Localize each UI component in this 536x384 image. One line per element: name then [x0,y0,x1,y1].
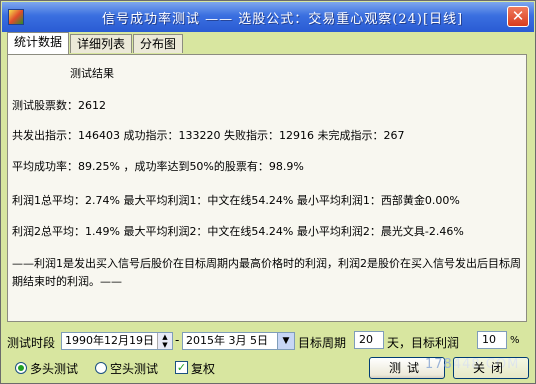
results-panel: 测试结果 测试股票数：2612 共发出指示：146403 成功指示：133220… [7,54,527,322]
window-title: 信号成功率测试 —— 选股公式：交易重心观察(24)[日线] [102,12,464,27]
short-test-radio[interactable] [95,362,107,374]
success-rate: 平均成功率：89.25% ，成功率达到50%的股票有：98.9% [12,160,304,173]
tab-statistics[interactable]: 统计数据 [7,32,69,54]
tab-detail-list[interactable]: 详细列表 [70,34,132,53]
close-icon[interactable]: ✕ [507,6,529,27]
signal-summary: 共发出指示：146403 成功指示：133220 失败指示：12916 未完成指… [12,129,405,142]
date-dash: - [175,333,180,347]
spin-down-icon[interactable]: ▼ [158,341,172,349]
profit2-summary: 利润2总平均：1.49% 最大平均利润2：中文在线54.24% 最小平均利润2：… [12,225,464,238]
target-period-label: 目标周期 [298,336,347,350]
restore-label[interactable]: 复权 [191,360,215,377]
short-test-label[interactable]: 空头测试 [110,360,158,377]
target-profit-label: 天，目标利润 [387,336,460,350]
stock-count: 测试股票数：2612 [12,99,106,112]
restore-checkbox[interactable]: ✓ [175,361,188,374]
results-heading: 测试结果 [70,67,114,80]
period-label: 测试时段 [7,336,56,350]
app-icon [8,9,24,25]
title-bar[interactable]: 信号成功率测试 —— 选股公式：交易重心观察(24)[日线] ✕ [2,2,534,32]
start-date-spinner[interactable]: ▲ ▼ [157,333,172,349]
radio-selected-dot [18,365,24,371]
spin-up-icon[interactable]: ▲ [158,333,172,341]
end-date-value: 2015年 3月 5日 [186,334,268,347]
end-date-picker[interactable]: 2015年 3月 5日 ▼ [182,332,295,350]
long-test-label[interactable]: 多头测试 [30,360,78,377]
chevron-down-icon[interactable]: ▼ [277,333,294,349]
tab-distribution[interactable]: 分布图 [133,34,183,53]
close-button[interactable]: 关闭 [453,357,529,379]
percent-sign: % [510,335,520,346]
dialog-window: 信号成功率测试 —— 选股公式：交易重心观察(24)[日线] ✕ 统计数据 详细… [0,0,536,384]
start-date-value: 1990年12月19日 [65,334,154,347]
profit-note: ——利润1是发出买入信号后股价在目标周期内最高价格时的利润，利润2是股价在买入信… [12,257,521,288]
target-profit-input[interactable]: 10 [477,331,507,349]
long-test-radio[interactable] [15,362,27,374]
start-date-picker[interactable]: 1990年12月19日 ▲ ▼ [61,332,173,350]
target-period-input[interactable]: 20 [354,331,384,349]
profit1-summary: 利润1总平均：2.74% 最大平均利润1：中文在线54.24% 最小平均利润1：… [12,194,460,207]
